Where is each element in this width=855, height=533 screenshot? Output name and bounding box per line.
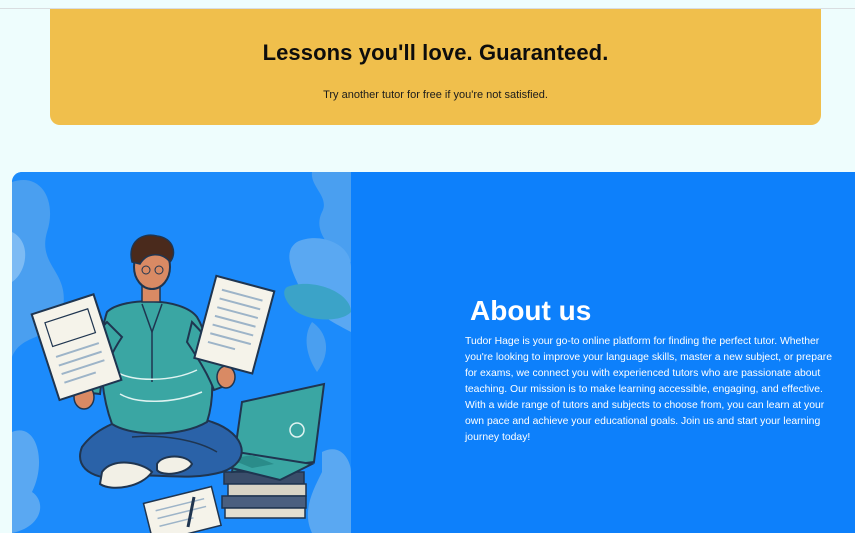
about-title: About us [470,295,592,326]
about-content: About us Tudor Hage is your go-to online… [465,295,837,446]
about-section: About us Tudor Hage is your go-to online… [12,172,855,533]
page: Lessons you'll love. Guaranteed. Try ano… [0,0,855,533]
guarantee-title: Lessons you'll love. Guaranteed. [262,40,609,65]
student-reading-illustration [12,172,351,533]
about-description: Tudor Hage is your go-to online platform… [465,336,832,443]
guarantee-banner: Lessons you'll love. Guaranteed. Try ano… [50,9,821,125]
guarantee-subtitle: Try another tutor for free if you're not… [323,89,548,101]
